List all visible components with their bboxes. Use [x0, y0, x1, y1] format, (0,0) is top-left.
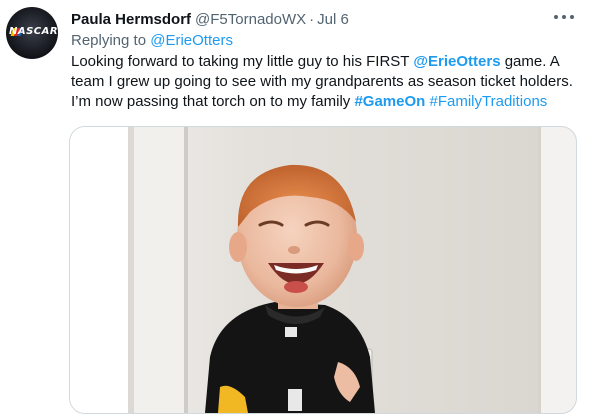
- tweet-text-segment: Looking forward to taking my little guy …: [71, 53, 414, 70]
- tweet-text-line-2: team I grew up going to see with my gran…: [71, 73, 573, 90]
- photo-right-molding: [540, 127, 576, 413]
- tweet-header: Paula Hermsdorf @F5TornadoWX · Jul 6: [71, 9, 349, 29]
- replying-to-label: Replying to: [71, 32, 147, 49]
- replying-to-mention[interactable]: @ErieOtters: [150, 32, 233, 49]
- toddler-photo: [70, 127, 576, 413]
- mention-link[interactable]: @ErieOtters: [413, 53, 500, 70]
- replying-to: Replying to @ErieOtters: [71, 32, 233, 49]
- header-separator: ·: [309, 10, 315, 28]
- tweet-text-line-1: Looking forward to taking my little guy …: [71, 52, 581, 72]
- author-handle[interactable]: @F5TornadoWX: [195, 11, 306, 28]
- tweet-date[interactable]: Jul 6: [317, 11, 349, 28]
- photo-door-frame: [70, 127, 128, 413]
- tweet-text-line-3: I’m now passing that torch on to my fami…: [71, 92, 581, 112]
- hashtag-link[interactable]: #FamilyTraditions: [430, 93, 548, 110]
- tweet-text-segment: I’m now passing that torch on to my fami…: [71, 93, 355, 110]
- tweet-text-segment: game. A: [500, 53, 560, 70]
- author-name[interactable]: Paula Hermsdorf: [71, 11, 191, 28]
- avatar-logo-text: NASCAR: [9, 26, 58, 37]
- more-horizontal-icon[interactable]: [554, 12, 574, 22]
- tweet-photo[interactable]: [69, 126, 577, 414]
- author-avatar[interactable]: NASCAR: [6, 7, 58, 59]
- tweet-text: Looking forward to taking my little guy …: [71, 52, 581, 112]
- hashtag-link[interactable]: #GameOn: [354, 93, 425, 110]
